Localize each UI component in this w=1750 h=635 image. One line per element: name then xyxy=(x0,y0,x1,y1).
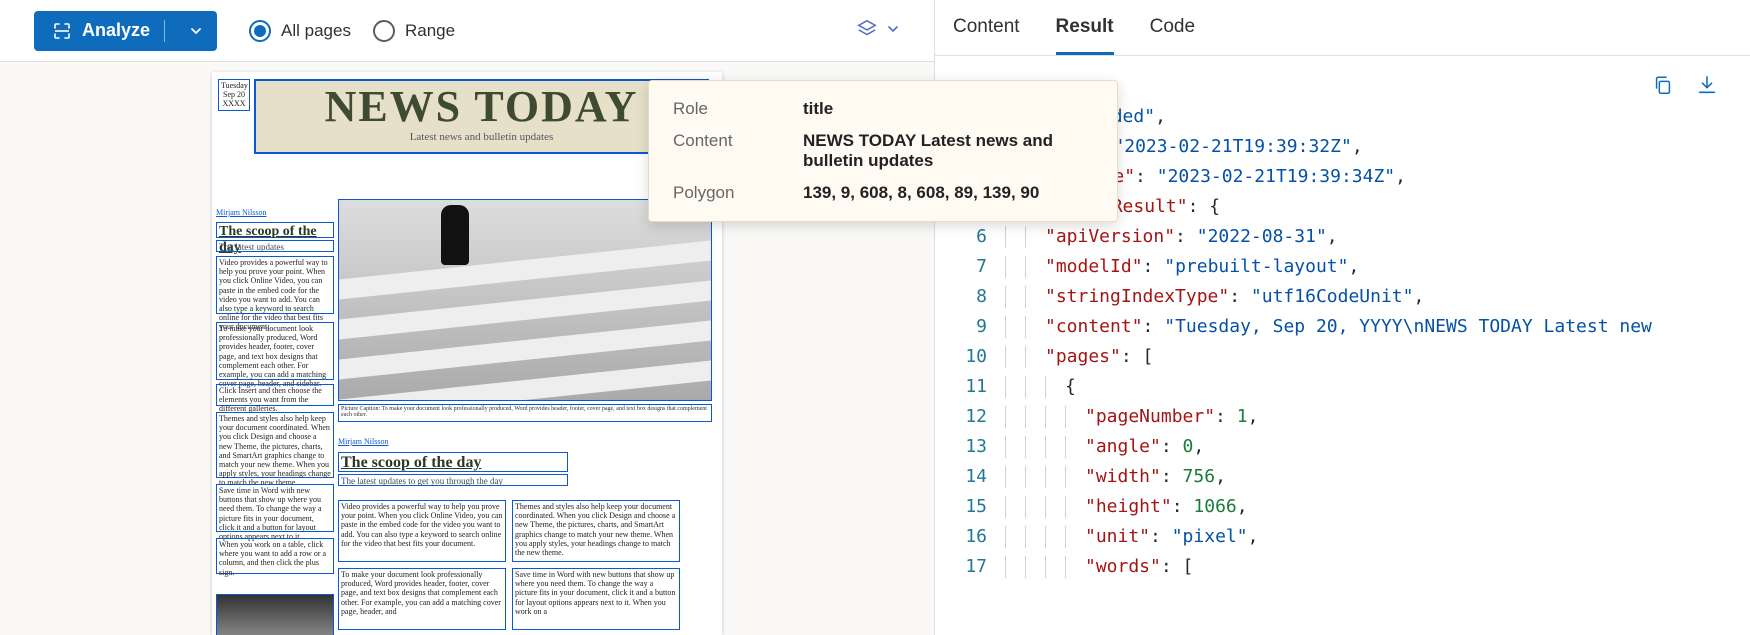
col-b: Themes and styles also help keep your do… xyxy=(512,500,680,562)
layers-icon xyxy=(856,18,878,43)
date-block: Tuesday Sep 20 XXXX xyxy=(218,79,250,111)
col-d: Save time in Word with new buttons that … xyxy=(512,568,680,630)
para4: Themes and styles also help keep your do… xyxy=(216,412,334,478)
analyze-button[interactable]: Analyze xyxy=(34,11,217,51)
radio-icon xyxy=(373,20,395,42)
news-title-text: NEWS TODAY xyxy=(256,81,707,129)
para1: Video provides a powerful way to help yo… xyxy=(216,256,334,314)
image-caption: Picture Caption: To make your document l… xyxy=(338,404,712,422)
scoop-heading-block: The scoop of the day xyxy=(216,222,334,238)
analyze-dropdown-caret[interactable] xyxy=(175,11,217,51)
scoop2-heading: The scoop of the day xyxy=(338,452,568,472)
scoop2-sub: The latest updates to get you through th… xyxy=(338,474,568,486)
scan-icon xyxy=(52,21,72,41)
radio-all-label: All pages xyxy=(281,21,351,41)
para5: Save time in Word with new buttons that … xyxy=(216,484,334,532)
lower-image xyxy=(216,594,334,635)
tooltip-role-key: Role xyxy=(673,99,803,119)
tab-result[interactable]: Result xyxy=(1056,16,1114,55)
result-tabs: Content Result Code xyxy=(935,0,1750,56)
button-separator xyxy=(164,20,165,42)
radio-range-label: Range xyxy=(405,21,455,41)
bounding-box-tooltip: Role title Content NEWS TODAY Latest new… xyxy=(648,80,1118,222)
col-c: To make your document look professionall… xyxy=(338,568,506,630)
radio-range[interactable]: Range xyxy=(373,20,455,42)
news-subtitle: Latest news and bulletin updates xyxy=(256,131,707,143)
copy-button[interactable] xyxy=(1652,74,1674,96)
para2: To make your document look professionall… xyxy=(216,322,334,380)
hero-image xyxy=(338,199,712,401)
layers-dropdown[interactable] xyxy=(856,18,900,43)
tooltip-role-val: title xyxy=(803,99,1093,119)
tooltip-polygon-val: 139, 9, 608, 8, 608, 89, 139, 90 xyxy=(803,183,1093,203)
author-label-1: Mirjam Nilsson xyxy=(216,208,266,217)
chevron-down-icon xyxy=(886,22,900,39)
document-page: Tuesday Sep 20 XXXX NEWS TODAY Latest ne… xyxy=(212,72,722,635)
tab-content[interactable]: Content xyxy=(953,16,1020,55)
para3: Click Insert and then choose the element… xyxy=(216,384,334,406)
download-button[interactable] xyxy=(1696,74,1718,96)
title-block: NEWS TODAY Latest news and bulletin upda… xyxy=(254,79,709,154)
col-a: Video provides a powerful way to help yo… xyxy=(338,500,506,562)
tab-code[interactable]: Code xyxy=(1150,16,1195,55)
radio-icon-selected xyxy=(249,20,271,42)
scoop-sub-block: The latest updates xyxy=(216,240,334,252)
para6: When you work on a table, click where yo… xyxy=(216,538,334,574)
toolbar: Analyze All pages Range xyxy=(0,0,934,62)
tooltip-polygon-key: Polygon xyxy=(673,183,803,203)
analyze-label: Analyze xyxy=(82,20,150,41)
radio-all-pages[interactable]: All pages xyxy=(249,20,351,42)
tooltip-content-key: Content xyxy=(673,131,803,171)
tooltip-content-val: NEWS TODAY Latest news and bulletin upda… xyxy=(803,131,1093,171)
author-label-2: Mirjam Nilsson xyxy=(338,437,388,446)
page-range-radio-group: All pages Range xyxy=(249,20,455,42)
document-preview-pane: Analyze All pages Range xyxy=(0,0,935,635)
